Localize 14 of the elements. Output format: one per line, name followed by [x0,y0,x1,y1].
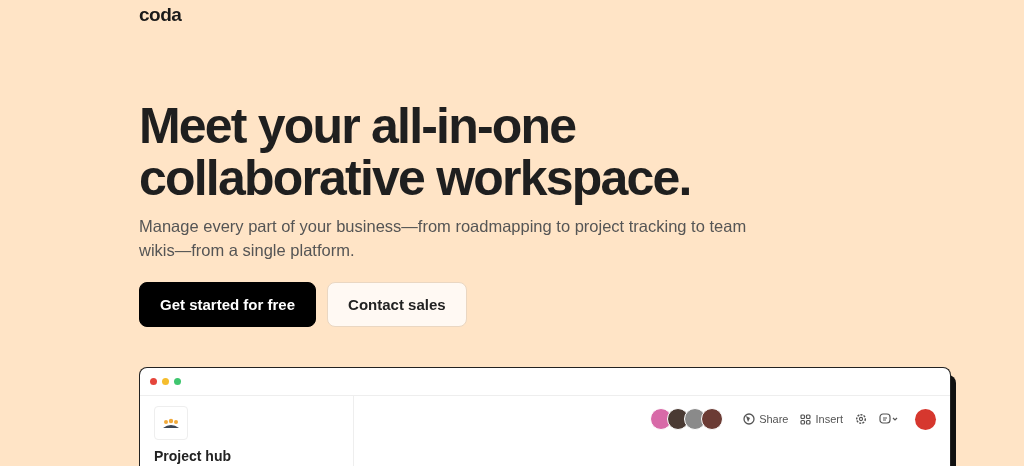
hero-heading: Meet your all-in-one collaborative workspace. [139,100,692,204]
comment-icon[interactable] [879,413,899,425]
doc-title: Project hub [154,448,231,464]
share-button[interactable]: Share [743,413,789,425]
logo[interactable]: coda [139,4,182,26]
settings-icon[interactable] [855,413,867,425]
people-icon [162,417,180,429]
grid-icon [800,413,812,425]
insert-button[interactable]: Insert [800,413,843,425]
user-avatar[interactable] [915,408,936,430]
get-started-button[interactable]: Get started for free [139,282,317,327]
contact-sales-button[interactable]: Contact sales [327,282,467,327]
avatar[interactable] [701,408,724,430]
hero-subtitle: Manage every part of your business—from roadmapping to project tracking to team wikis—from a single platform. [139,216,748,261]
